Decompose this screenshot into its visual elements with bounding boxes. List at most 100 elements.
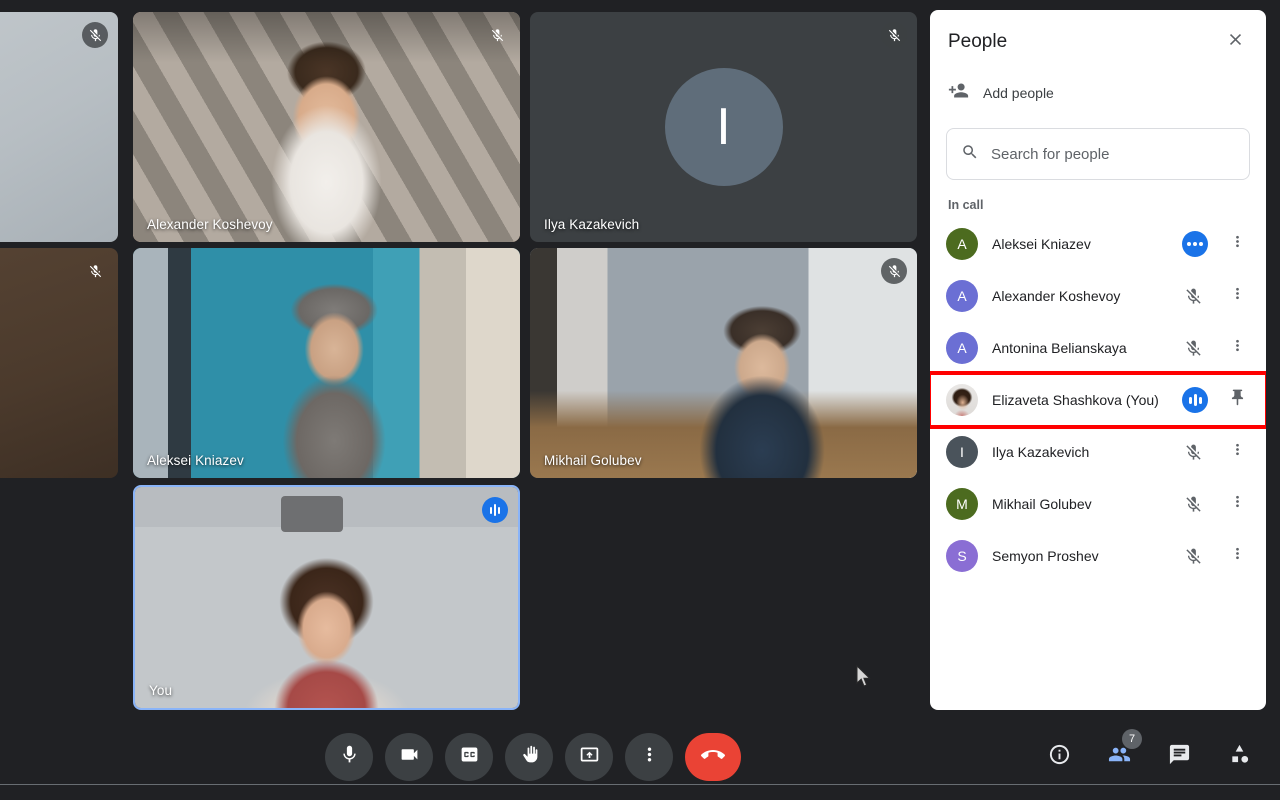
secondary-controls: 7 (1040, 729, 1258, 776)
tile-name-label: Aleksei Kniazev (147, 453, 244, 468)
mic-off-icon (1178, 281, 1208, 311)
mic-off-icon (1178, 437, 1208, 467)
participant-name: Alexander Koshevoy (992, 288, 1121, 304)
participant-more-button[interactable] (1222, 229, 1252, 259)
more-vertical-icon (1229, 493, 1246, 515)
avatar: A (946, 228, 978, 260)
mic-off-icon (1178, 333, 1208, 363)
mic-off-badge (881, 22, 907, 48)
close-panel-button[interactable] (1218, 25, 1252, 59)
end-call-icon (701, 743, 725, 772)
participant-name: Ilya Kazakevich (992, 444, 1090, 460)
speaking-dots-icon (1182, 231, 1208, 257)
more-vertical-icon (639, 744, 660, 770)
more-vertical-icon (1229, 441, 1246, 463)
meeting-details-button[interactable] (1040, 738, 1078, 776)
participant-more-button[interactable] (1222, 489, 1252, 519)
audio-bars-icon (1182, 387, 1208, 413)
search-input[interactable] (991, 145, 1235, 163)
participant-name: Semyon Proshev (992, 548, 1099, 564)
meeting-control-bar: 7 (0, 716, 1280, 800)
participant-name: Mikhail Golubev (992, 496, 1092, 512)
raise-hand-button[interactable] (505, 733, 553, 781)
activities-icon (1228, 743, 1251, 771)
video-stream (133, 12, 520, 242)
video-tile-aleksei-kniazev[interactable]: Aleksei Kniazev (133, 248, 520, 478)
avatar: A (946, 332, 978, 364)
participant-row-elizaveta-shashkova[interactable]: Elizaveta Shashkova (You) (930, 371, 1266, 429)
participant-row-mikhail-golubev[interactable]: M Mikhail Golubev (930, 478, 1266, 530)
primary-controls (325, 733, 741, 781)
avatar: I (946, 436, 978, 468)
mic-off-icon (1178, 489, 1208, 519)
activities-button[interactable] (1220, 738, 1258, 776)
participant-more-button[interactable] (1222, 281, 1252, 311)
more-vertical-icon (1229, 545, 1246, 567)
participant-name: Antonina Belianskaya (992, 340, 1127, 356)
avatar: M (946, 488, 978, 520)
tile-name-label: Mikhail Golubev (544, 453, 642, 468)
laptop-shape (280, 495, 343, 532)
search-box[interactable] (946, 128, 1250, 180)
more-vertical-icon (1229, 337, 1246, 359)
participant-more-button[interactable] (1222, 541, 1252, 571)
page-title: People (948, 31, 1008, 52)
info-icon (1048, 743, 1071, 771)
chat-button[interactable] (1160, 738, 1198, 776)
present-screen-button[interactable] (565, 733, 613, 781)
show-everyone-button[interactable]: 7 (1100, 729, 1142, 776)
video-tile-partial-top[interactable] (0, 12, 118, 242)
add-people-button[interactable]: Add people (930, 74, 1266, 112)
closed-captions-icon (459, 744, 480, 770)
more-vertical-icon (1229, 285, 1246, 307)
video-grid: Alexander Koshevoy I Ilya Kazakevich Ale… (0, 0, 930, 716)
microphone-icon (339, 744, 360, 770)
participant-name: Elizaveta Shashkova (You) (992, 392, 1159, 408)
participant-row-semyon-proshev[interactable]: S Semyon Proshev (930, 530, 1266, 582)
camera-icon (399, 744, 420, 770)
mic-off-badge (82, 22, 108, 48)
mic-off-badge (484, 22, 510, 48)
panel-header: People (930, 10, 1266, 74)
camera-button[interactable] (385, 733, 433, 781)
video-tile-partial-bottom[interactable] (0, 248, 118, 478)
captions-button[interactable] (445, 733, 493, 781)
raise-hand-icon (519, 744, 540, 770)
bottom-divider (0, 784, 1280, 785)
section-label-in-call: In call (948, 198, 984, 212)
pin-icon (1228, 388, 1247, 412)
audio-level-badge (482, 497, 508, 523)
avatar-initial: I (664, 68, 783, 186)
avatar (946, 384, 978, 416)
avatar: S (946, 540, 978, 572)
video-stream (133, 248, 520, 478)
participant-name: Aleksei Kniazev (992, 236, 1091, 252)
microphone-button[interactable] (325, 733, 373, 781)
participant-row-ilya-kazakevich[interactable]: I Ilya Kazakevich (930, 426, 1266, 478)
add-people-label: Add people (983, 85, 1054, 101)
end-call-button[interactable] (685, 733, 741, 781)
video-tile-ilya-kazakevich[interactable]: I Ilya Kazakevich (530, 12, 917, 242)
tile-name-label: Ilya Kazakevich (544, 217, 640, 232)
participant-row-alexander-koshevoy[interactable]: A Alexander Koshevoy (930, 270, 1266, 322)
participant-more-button[interactable] (1222, 437, 1252, 467)
more-options-button[interactable] (625, 733, 673, 781)
participant-row-aleksei-kniazev[interactable]: A Aleksei Kniazev (930, 218, 1266, 270)
tile-name-label: Alexander Koshevoy (147, 217, 273, 232)
tile-name-label: You (149, 683, 173, 698)
pin-button[interactable] (1222, 385, 1252, 415)
present-screen-icon (579, 744, 600, 770)
chat-icon (1168, 743, 1191, 771)
add-person-icon (948, 80, 969, 106)
video-tile-alexander-koshevoy[interactable]: Alexander Koshevoy (133, 12, 520, 242)
mic-off-icon (1178, 541, 1208, 571)
video-tile-self-view[interactable]: You (133, 485, 520, 710)
close-icon (1226, 30, 1245, 54)
mic-off-badge (82, 258, 108, 284)
search-icon (961, 143, 979, 166)
video-tile-mikhail-golubev[interactable]: Mikhail Golubev (530, 248, 917, 478)
participant-more-button[interactable] (1222, 333, 1252, 363)
participant-row-antonina-belianskaya[interactable]: A Antonina Belianskaya (930, 322, 1266, 374)
participant-count-badge: 7 (1122, 729, 1142, 749)
people-panel: People Add people In call A Aleksei Knia… (930, 10, 1266, 710)
